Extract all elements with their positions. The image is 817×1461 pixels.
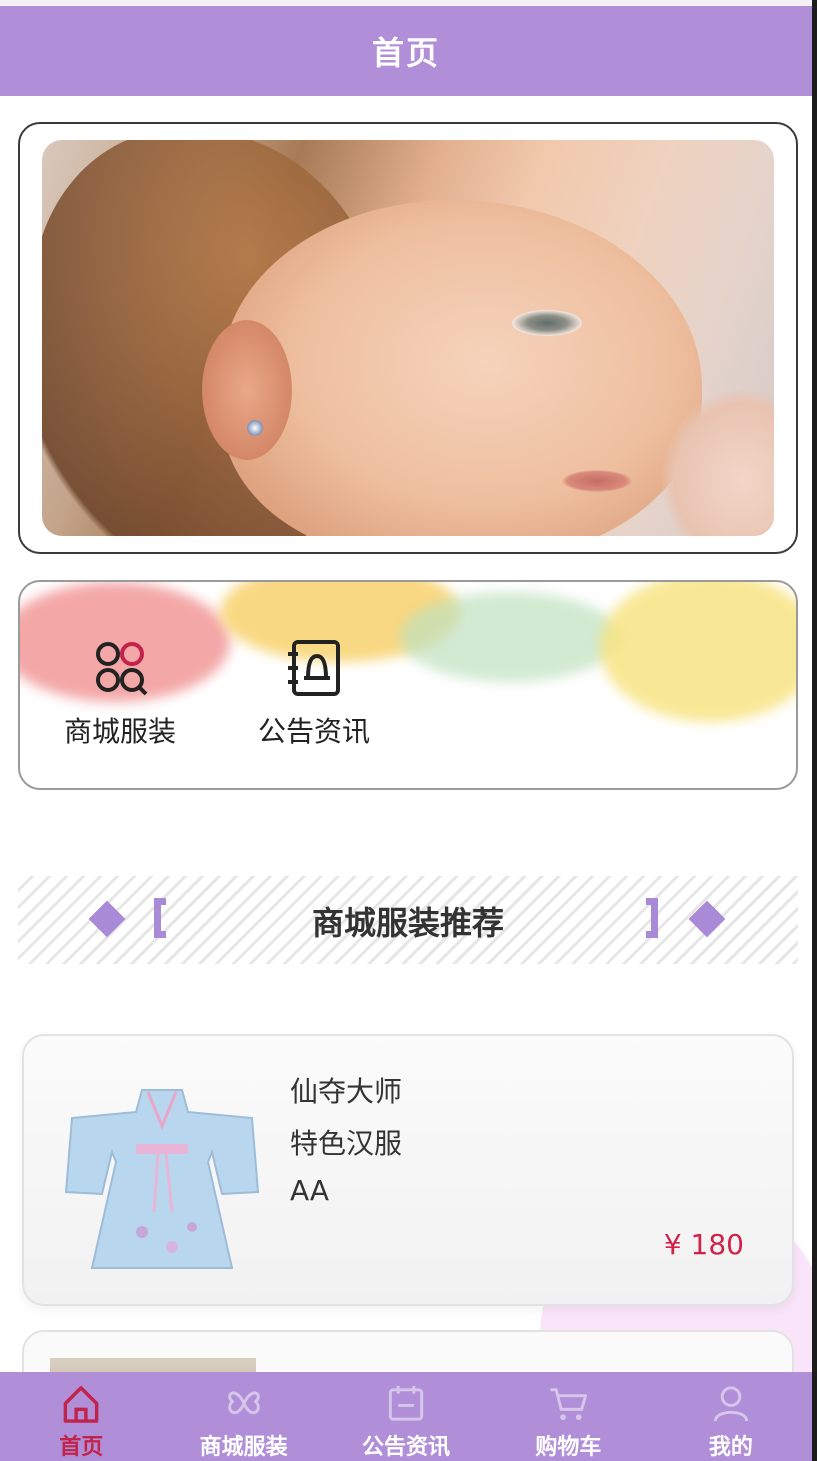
- screen-edge: [812, 0, 817, 1461]
- tab-clothing[interactable]: 商城服装: [162, 1372, 324, 1461]
- tab-home[interactable]: 首页: [0, 1372, 162, 1461]
- grid-circles-icon: [96, 642, 148, 696]
- bottom-tab-bar: 首页 商城服装 公告资讯 购物车 我的: [0, 1372, 812, 1461]
- section-header: 商城服装推荐: [18, 876, 798, 964]
- watercolor-splash: [600, 582, 796, 722]
- banner-lips-shape: [562, 470, 632, 492]
- watercolor-splash: [400, 592, 620, 682]
- bracket-right-icon: [646, 898, 658, 938]
- tab-notice[interactable]: 公告资讯: [325, 1372, 487, 1461]
- menu-label-clothing: 商城服装: [63, 715, 176, 748]
- tab-label-clothing: 商城服装: [199, 1435, 288, 1460]
- tab-label-cart: 购物车: [535, 1435, 602, 1460]
- banner-carousel[interactable]: [18, 122, 798, 554]
- phone-screen: 首页 商城服装 公告资讯 商城服装推荐 仙夺大师 特色汉服 AA ¥ 180 首…: [0, 0, 812, 1461]
- page-title: 首页: [371, 34, 440, 72]
- menu-label-notice: 公告资讯: [257, 715, 370, 748]
- tab-cart[interactable]: 购物车: [487, 1372, 649, 1461]
- banner-eye-shape: [512, 310, 582, 336]
- menu-item-clothing[interactable]: 商城服装: [50, 638, 190, 750]
- banner-image[interactable]: [42, 140, 774, 536]
- tab-profile[interactable]: 我的: [650, 1372, 812, 1461]
- product-category: 特色汉服: [290, 1127, 403, 1160]
- tab-label-profile: 我的: [708, 1435, 753, 1460]
- banner-face-shape: [222, 200, 702, 536]
- user-icon: [713, 1386, 748, 1422]
- clover-icon: [227, 1391, 260, 1415]
- tab-label-home: 首页: [59, 1435, 104, 1460]
- home-icon: [63, 1386, 99, 1423]
- calendar-icon: [388, 1385, 424, 1421]
- notice-book-icon: [288, 640, 340, 696]
- product-image[interactable]: [62, 1082, 262, 1272]
- tab-label-notice: 公告资讯: [362, 1435, 451, 1460]
- section-title: 商城服装推荐: [311, 904, 504, 942]
- product-price: ¥ 180: [663, 1228, 744, 1261]
- product-name: 仙夺大师: [290, 1075, 403, 1108]
- menu-item-notice[interactable]: 公告资讯: [244, 638, 384, 750]
- product-card[interactable]: 仙夺大师 特色汉服 AA ¥ 180: [22, 1034, 794, 1306]
- header-bar: 首页: [0, 6, 812, 96]
- product-tag: AA: [290, 1174, 330, 1207]
- cart-icon: [550, 1388, 588, 1421]
- quick-menu-card: 商城服装 公告资讯: [18, 580, 798, 790]
- banner-earring-shape: [247, 420, 263, 436]
- banner-ear-shape: [202, 320, 292, 460]
